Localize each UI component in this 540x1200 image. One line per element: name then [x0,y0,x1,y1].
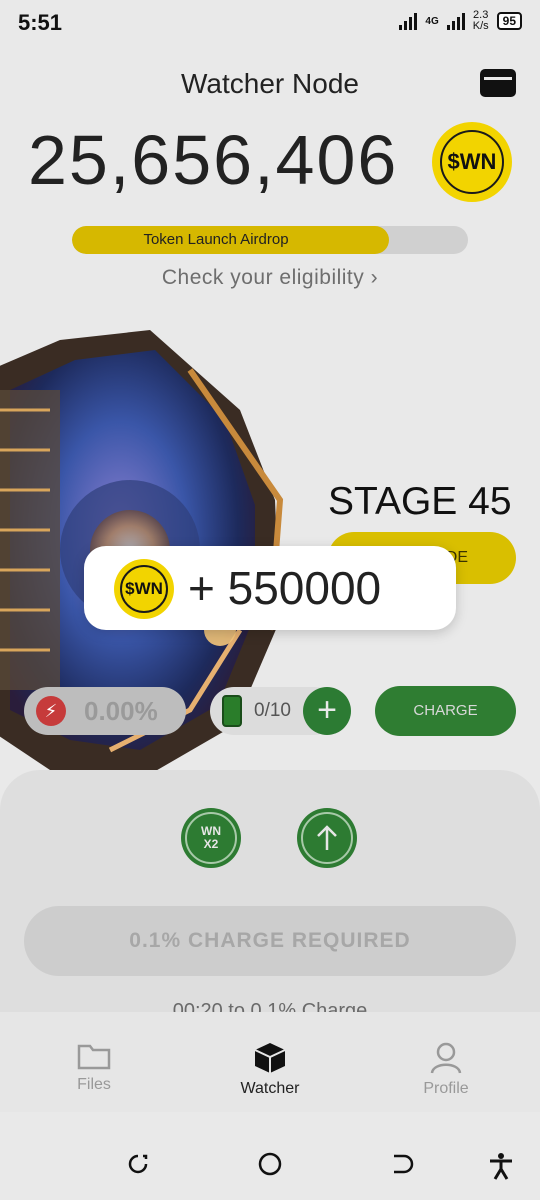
mining-speed-pill: ⚡ 0.00% [24,687,186,735]
boost-label-line2: X2 [203,837,219,851]
cube-icon [254,1043,286,1073]
airdrop-progress-label: Token Launch Airdrop [143,231,289,248]
wn-x2-icon: WN X2 [185,812,237,864]
status-time: 5:51 [18,10,63,35]
wn-coin-icon: $WN [114,559,174,619]
popup-coin-label: $WN [125,579,163,598]
nav-profile-label: Profile [423,1080,469,1097]
home-icon[interactable] [258,1152,282,1176]
battery-icon: 95 [496,12,522,30]
nav-watcher-label: Watcher [240,1080,300,1097]
charge-required-button[interactable]: 0.1% CHARGE REQUIRED [24,906,516,976]
status-icons: 4G 2.3 K/s 95 [399,10,522,32]
reward-popup: $WN + 550000 [84,546,456,630]
wn-coin-label: $WN [447,149,497,174]
chevron-right-icon: › [370,266,379,289]
add-battery-button[interactable]: + [303,687,351,735]
mining-speed-value: 0.00% [84,696,158,726]
eligibility-text: Check your eligibility [161,266,365,289]
airdrop-progress[interactable]: Token Launch Airdrop [72,226,468,254]
signal-icon [399,12,418,30]
network-speed: 2.3 K/s [473,10,489,32]
arrow-up-icon [301,812,353,864]
charge-button[interactable]: CHARGE [375,686,516,736]
wallet-icon[interactable] [480,69,516,97]
bottom-nav: Files Watcher Profile [0,1012,540,1112]
network-type: 4G [425,15,439,27]
nav-profile[interactable]: Profile [386,1042,506,1098]
person-icon [430,1042,462,1074]
token-balance: 25,656,406 [28,121,399,199]
upgrade-arrow-button[interactable] [297,808,357,868]
network-speed-unit: K/s [472,20,489,32]
folder-icon [77,1044,111,1070]
nav-files[interactable]: Files [34,1042,154,1094]
recents-icon[interactable] [126,1152,150,1176]
nav-files-label: Files [77,1076,111,1093]
wn-coin-icon: $WN [432,122,512,202]
wn-x2-boost-button[interactable]: WN X2 [181,808,241,868]
battery-icon [222,695,242,727]
signal-icon-2 [446,12,465,30]
nav-watcher[interactable]: Watcher [210,1042,330,1098]
back-icon[interactable] [390,1152,414,1176]
reward-amount: + 550000 [188,562,382,614]
lightning-icon: ⚡ [36,696,66,726]
check-eligibility-link[interactable]: Check your eligibility › [0,266,540,290]
accessibility-icon[interactable] [488,1152,514,1180]
stage-label: STAGE 45 [328,480,512,523]
battery-count: 0/10 [254,700,291,721]
system-nav-bar [0,1132,540,1200]
page-title: Watcher Node [181,68,359,99]
